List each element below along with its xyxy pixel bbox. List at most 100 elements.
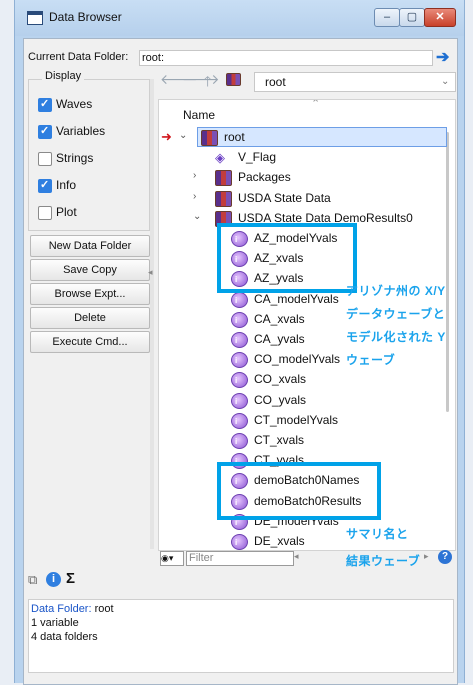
wave-icon [231,412,248,429]
wave-icon [231,372,248,389]
checkbox-label: Info [56,178,77,192]
filter-input[interactable]: Filter [186,551,294,566]
chevron-right-icon[interactable]: › [193,191,196,202]
delete-button[interactable]: Delete [30,307,150,329]
checkbox-label: Variables [56,124,106,138]
checkbox-unchecked-icon [38,152,52,166]
annotation-batch-line2: 結果ウェーブ [346,554,421,568]
client-area: Current Data Folder: root: ➔ Display Wav… [23,38,458,685]
info-checkbox[interactable]: Info [38,178,138,194]
tree-row-packages[interactable]: › Packages [193,168,439,188]
annotation-az-line2: データウェーブと [346,307,446,321]
chevron-down-icon[interactable]: ⌄ [193,211,201,222]
tree-row-label: Packages [238,170,291,185]
filter-options-dropdown[interactable]: ◉▾ [160,551,184,566]
go-arrow-icon[interactable]: ➔ [436,47,449,67]
copy-icon[interactable]: ⧉ [28,572,37,588]
annotation-batch-line1: サマリ名と [346,527,409,541]
data-folder-icon [215,190,232,207]
wave-icon [231,433,248,449]
checkbox-checked-icon [38,124,52,139]
tree-row-label: CT_modelYvals [254,412,339,427]
new-data-folder-button[interactable]: New Data Folder [30,235,150,257]
current-data-folder-label: Current Data Folder: [28,51,129,63]
minimize-button[interactable]: – [374,8,400,27]
browse-expt-button[interactable]: Browse Expt... [30,283,150,305]
info-folder-label: Data Folder: [31,603,92,615]
tree-row-label: USDA State Data [238,190,331,205]
checkbox-label: Plot [56,205,77,219]
info-folder-count: 4 data folders [31,631,98,643]
tree-row-label: CT_xvals [254,433,305,447]
scroll-left-icon[interactable]: ◂ [294,551,299,562]
tree-row-co-yvals[interactable]: CO_yvals [209,391,439,411]
tree-row-label: CA_modelYvals [254,291,339,306]
tree-row-label: CO_xvals [254,372,307,387]
window-icon [27,11,43,25]
tree-row-label: CO_yvals [254,392,307,407]
tree-row-label: CO_modelYvals [254,352,341,367]
vertical-scrollbar[interactable] [443,132,453,412]
pane-splitter[interactable] [150,79,154,549]
data-folder-icon [201,130,218,146]
tree-row-label: V_Flag [238,150,277,165]
variables-checkbox[interactable]: Variables [38,124,138,140]
wave-icon [231,352,248,369]
current-data-folder-field[interactable]: root: [139,50,433,66]
checkbox-checked-icon [38,97,52,112]
tree-row-usda-state-data[interactable]: › USDA State Data [193,189,439,209]
chevron-right-icon[interactable]: › [193,170,196,181]
name-column-header[interactable]: Name [183,108,215,122]
annotation-az-line3: モデル化された Y [346,330,446,344]
sort-caret-icon[interactable]: ⌃ [311,100,320,110]
current-folder-pointer-icon: ➜ [161,129,172,144]
batch-results-highlight [217,462,381,520]
folder-select[interactable]: root ⌄ [254,72,456,92]
info-folder-line: Data Folder: root [29,602,453,616]
close-button[interactable]: ✕ [424,8,456,27]
waves-checkbox[interactable]: Waves [38,97,138,113]
annotation-az-line1: アリゾナ州の X/Y [346,284,446,298]
checkbox-checked-icon [38,178,52,193]
wave-icon [231,534,248,550]
execute-cmd-button[interactable]: Execute Cmd... [30,331,150,353]
az-waves-highlight [217,223,357,293]
chevron-down-icon[interactable]: ⌄ [179,130,187,141]
scrollbar-thumb[interactable] [446,132,449,412]
tree-row-co-xvals[interactable]: CO_xvals [209,370,439,390]
info-panel: Data Folder: root 1 variable 4 data fold… [28,599,454,673]
up-icon[interactable]: 🡑 [204,71,211,95]
help-icon[interactable]: ? [438,550,452,564]
plot-checkbox[interactable]: Plot [38,205,138,221]
tree-row-co-modelyvals[interactable]: CO_modelYvals [209,350,439,370]
sigma-icon[interactable]: Σ [66,570,75,587]
checkbox-label: Strings [56,151,94,165]
forward-icon[interactable]: 🡒 [182,71,220,88]
wave-icon [231,392,248,409]
maximize-button[interactable]: ▢ [399,8,425,27]
annotation-az-line4: ウェーブ [346,353,396,367]
info-folder-value: root [94,603,114,615]
window-title: Data Browser [49,10,122,24]
chevron-down-icon: ⌄ [441,76,450,87]
wave-icon [231,332,248,348]
strings-checkbox[interactable]: Strings [38,151,138,167]
wave-icon [231,311,248,328]
data-browser-window: Data Browser – ▢ ✕ Current Data Folder: … [14,0,465,685]
info-icon[interactable]: i [46,572,61,587]
checkbox-unchecked-icon [38,206,52,220]
display-legend: Display [42,70,85,82]
scroll-right-icon[interactable]: ▸ [424,551,429,562]
tree-row-label: root [224,130,245,144]
collapse-arrow-icon[interactable]: ◂ [148,267,153,278]
tree-row-root[interactable]: ⌄ root [179,128,439,148]
folder-select-value: root [265,75,286,89]
folder-icon[interactable] [226,73,241,86]
tree-row-ct-modelyvals[interactable]: CT_modelYvals [209,411,439,431]
save-copy-button[interactable]: Save Copy [30,259,150,281]
tree-row-v-flag[interactable]: ◈ V_Flag [193,148,439,168]
tree-row-ct-xvals[interactable]: CT_xvals [209,431,439,451]
variable-icon: ◈ [215,150,225,166]
data-folder-icon [215,170,232,187]
tree-row-label: CA_xvals [254,311,305,326]
